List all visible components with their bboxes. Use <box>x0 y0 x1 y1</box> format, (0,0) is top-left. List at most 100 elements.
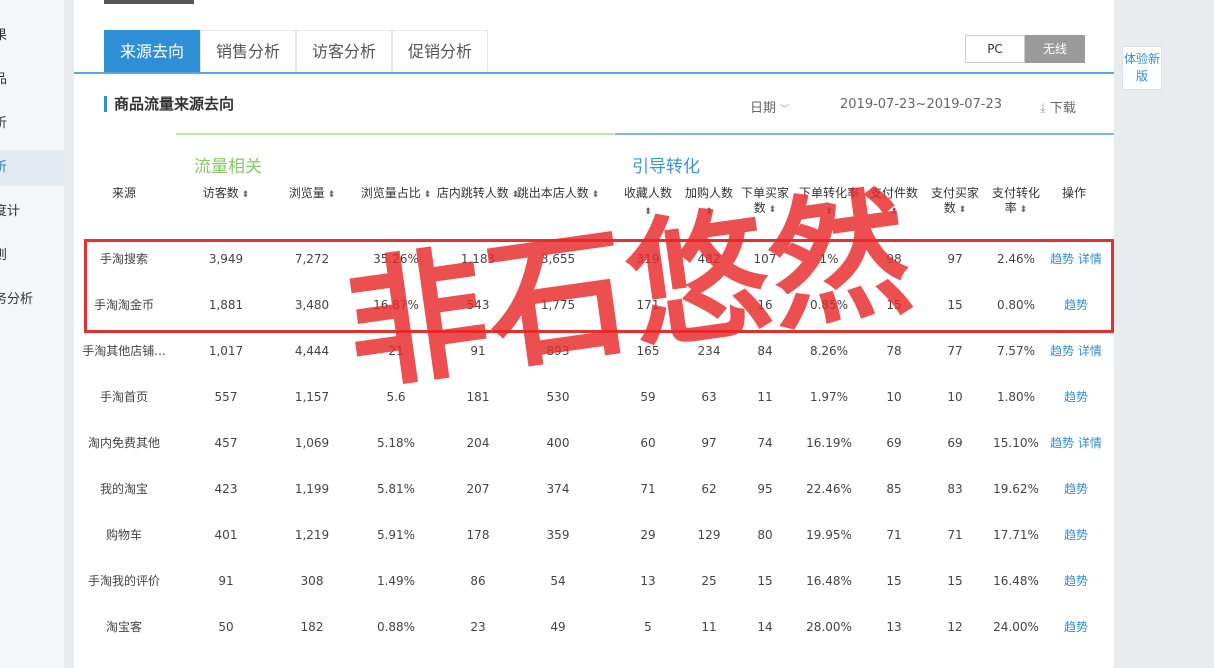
sidebar-item-active[interactable]: 析 <box>0 150 64 186</box>
table-cell: 16.19% <box>806 436 852 450</box>
table-cell: 557 <box>214 390 238 404</box>
table-cell: 1,017 <box>208 344 244 358</box>
column-header[interactable]: 浏览量 ⬍ <box>277 186 347 203</box>
source-name: 手淘其他店铺... <box>82 344 166 358</box>
sort-icon[interactable]: ⬍ <box>421 190 432 200</box>
trend-link[interactable]: 趋势 <box>1064 574 1088 588</box>
wireless-toggle[interactable]: 无线 <box>1025 35 1085 63</box>
detail-link[interactable]: 详情 <box>1078 344 1102 358</box>
table-row: 淘内免费其他 457 1,069 5.18% 204 400 60 97 74 16.19% 69 6… <box>74 420 1114 466</box>
sidebar-item[interactable]: 品 <box>0 62 64 98</box>
date-picker[interactable]: 日期 ﹀ <box>750 97 789 116</box>
traffic-group-line <box>176 133 614 135</box>
column-header-label: 来源 <box>111 186 136 200</box>
pc-toggle[interactable]: PC <box>965 35 1025 63</box>
column-header: 操作 <box>1044 186 1104 201</box>
table-cell: 49 <box>550 620 566 634</box>
sort-icon[interactable]: ⬍ <box>956 205 967 215</box>
column-header-label: 浏览量占比 <box>360 186 421 200</box>
table-cell: 28.00% <box>806 620 852 634</box>
source-name: 购物车 <box>105 528 142 542</box>
trend-link[interactable]: 趋势 <box>1064 620 1088 634</box>
detail-link[interactable]: 详情 <box>1078 436 1102 450</box>
column-header[interactable]: 支付买家数 ⬍ <box>927 186 983 218</box>
left-sidebar: 果 品 析 析 度计 则 务分析 <box>0 0 64 668</box>
column-header[interactable]: 支付转化率 ⬍ <box>988 186 1044 218</box>
source-name: 淘内免费其他 <box>87 436 160 450</box>
tab-source[interactable]: 来源去向 <box>104 30 201 73</box>
table-cell: 182 <box>300 620 324 634</box>
sidebar-item[interactable]: 则 <box>0 238 64 274</box>
table-cell: 374 <box>546 482 570 496</box>
sort-icon[interactable]: ⬍ <box>1017 205 1028 215</box>
download-label: 下载 <box>1049 101 1076 116</box>
source-name: 我的淘宝 <box>99 482 148 496</box>
table-cell: 1,069 <box>294 436 330 450</box>
download-icon: ⤓ <box>1040 101 1046 116</box>
table-cell: 17.71% <box>993 528 1039 542</box>
sort-icon[interactable]: ⬍ <box>239 190 250 200</box>
tab-promotion[interactable]: 促销分析 <box>392 30 489 73</box>
column-header[interactable]: 访客数 ⬍ <box>191 186 261 203</box>
table-cell: 22.46% <box>806 482 852 496</box>
table-cell: 423 <box>214 482 238 496</box>
table-cell: 54 <box>550 574 566 588</box>
actions-cell: 趋势 <box>1046 604 1106 650</box>
table-cell: 16.48% <box>806 574 852 588</box>
sidebar-item[interactable]: 务分析 <box>0 282 64 318</box>
table-cell: 15.10% <box>993 436 1039 450</box>
table-cell: 359 <box>546 528 570 542</box>
column-header-label: 浏览量 <box>288 186 325 200</box>
table-cell: 1.97% <box>809 390 849 404</box>
table-cell: 1,219 <box>294 528 330 542</box>
actions-cell: 趋势 <box>1046 466 1106 512</box>
download-button[interactable]: ⤓ 下载 <box>1040 97 1076 116</box>
tab-sales[interactable]: 销售分析 <box>200 30 297 73</box>
table-cell: 1.80% <box>996 390 1036 404</box>
actions-cell: 趋势 详情 <box>1046 420 1106 466</box>
tab-bar: 来源去向 销售分析 访客分析 促销分析 <box>104 30 489 73</box>
top-logo-stub <box>104 0 194 4</box>
sidebar-item[interactable]: 果 <box>0 18 64 54</box>
sidebar-item[interactable]: 析 <box>0 106 64 142</box>
column-header-label: 操作 <box>1061 186 1086 200</box>
table-cell: 401 <box>214 528 238 542</box>
chevron-down-icon: ﹀ <box>780 105 790 115</box>
tab-underline <box>74 72 1114 74</box>
main-panel: 来源去向 销售分析 访客分析 促销分析 PC 无线 商品流量来源去向 日期 ﹀ … <box>74 0 1114 668</box>
trend-link[interactable]: 趋势 <box>1064 528 1088 542</box>
sort-icon[interactable]: ⬍ <box>325 190 336 200</box>
table-cell: 308 <box>300 574 324 588</box>
trend-link[interactable]: 趋势 <box>1064 390 1088 404</box>
table-cell: 16.48% <box>993 574 1039 588</box>
trend-link[interactable]: 趋势 <box>1050 436 1074 450</box>
trend-link[interactable]: 趋势 <box>1050 344 1074 358</box>
column-header-label: 访客数 <box>202 186 239 200</box>
actions-cell: 趋势 <box>1046 558 1106 604</box>
tab-visitors[interactable]: 访客分析 <box>296 30 393 73</box>
date-range: 2019-07-23~2019-07-23 <box>840 97 1002 112</box>
actions-cell: 趋势 <box>1046 374 1106 420</box>
conversion-group-line <box>615 133 1114 135</box>
table-row: 手淘我的评价 91 308 1.49% 86 54 13 25 15 16.48% 15 15 16.4… <box>74 558 1114 604</box>
try-new-version-button[interactable]: 体验新版 <box>1122 46 1162 90</box>
table-cell: 400 <box>546 436 570 450</box>
table-cell: 7.57% <box>996 344 1036 358</box>
source-name: 淘宝客 <box>105 620 142 634</box>
actions-cell: 趋势 <box>1046 512 1106 558</box>
source-name: 手淘首页 <box>99 390 148 404</box>
column-header[interactable]: 浏览量占比 ⬍ <box>355 186 437 203</box>
table-cell: 1,157 <box>294 390 330 404</box>
device-toggle: PC 无线 <box>965 35 1085 63</box>
table-cell: 4,444 <box>294 344 330 358</box>
table-row: 购物车 401 1,219 5.91% 178 359 29 129 80 19.95% 71 71 1… <box>74 512 1114 558</box>
table-row: 淘宝客 50 182 0.88% 23 49 5 11 14 28.00% 13 12 24.00% 趋势 <box>74 604 1114 650</box>
table-cell: 50 <box>218 620 234 634</box>
table-cell: 24.00% <box>993 620 1039 634</box>
section-marker <box>104 96 107 112</box>
sidebar-item[interactable]: 度计 <box>0 194 64 230</box>
date-label: 日期 <box>750 101 777 116</box>
table-cell: 457 <box>214 436 238 450</box>
trend-link[interactable]: 趋势 <box>1064 482 1088 496</box>
column-header: 来源 <box>79 186 169 201</box>
